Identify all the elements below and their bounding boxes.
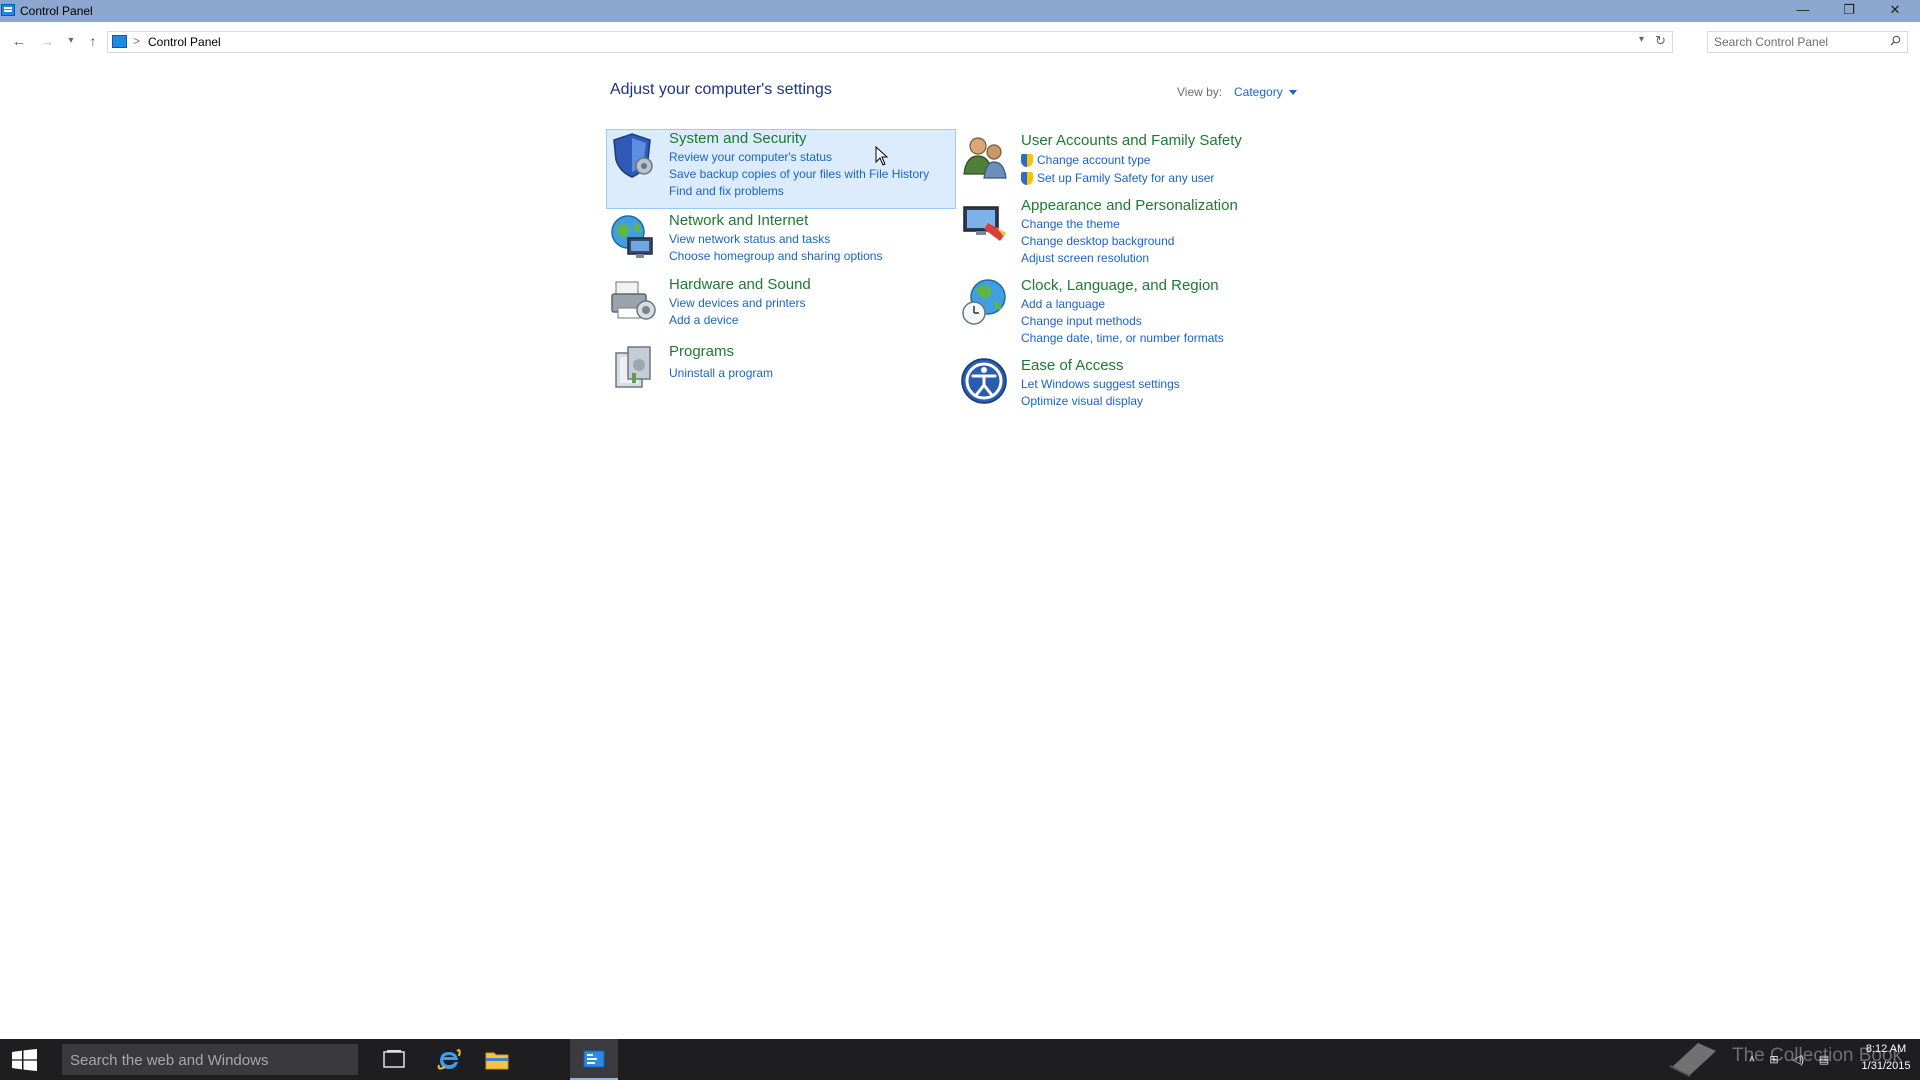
category-title[interactable]: Ease of Access (1021, 357, 1124, 374)
control-panel-icon (112, 35, 127, 48)
programs-box-icon[interactable] (608, 343, 658, 393)
task-view-button[interactable] (370, 1039, 418, 1080)
system-tray: ˄ ⊞ ◁) ▤ 8:12 AM 1/31/2015 (1745, 1039, 1920, 1080)
link-devices-printers[interactable]: View devices and printers (669, 295, 806, 312)
link-network-status[interactable]: View network status and tasks (669, 231, 882, 248)
mouse-cursor-icon (875, 146, 889, 166)
globe-network-icon[interactable] (608, 212, 658, 262)
category-title[interactable]: Programs (669, 343, 734, 360)
link-file-history[interactable]: Save backup copies of your files with Fi… (669, 166, 929, 183)
title-bar: Control Panel — ❐ ✕ (0, 0, 1920, 22)
category-title[interactable]: System and Security (669, 130, 807, 147)
page-title: Adjust your computer's settings (610, 81, 832, 98)
close-button[interactable]: ✕ (1872, 0, 1918, 22)
link-add-device[interactable]: Add a device (669, 312, 806, 329)
ease-of-access-icon[interactable] (960, 357, 1010, 407)
link-change-account-type[interactable]: Change account type (1021, 151, 1214, 169)
taskbar-search-box[interactable]: Search the web and Windows (62, 1044, 358, 1075)
category-title[interactable]: Appearance and Personalization (1021, 197, 1238, 214)
clock-date[interactable]: 1/31/2015 (1855, 1060, 1917, 1072)
book-watermark-icon (1670, 1043, 1716, 1077)
link-find-fix-problems[interactable]: Find and fix problems (669, 183, 929, 200)
back-arrow-icon[interactable]: ← (8, 30, 30, 52)
navigation-bar: ← → ▾ ↑ > Control Panel ▾ ↻ (0, 22, 1920, 60)
window-title: Control Panel (20, 4, 93, 18)
appearance-icon[interactable] (960, 197, 1010, 247)
link-add-language[interactable]: Add a language (1021, 296, 1224, 313)
link-screen-resolution[interactable]: Adjust screen resolution (1021, 250, 1174, 267)
internet-explorer-icon (437, 1049, 461, 1070)
control-panel-icon (583, 1050, 605, 1068)
taskbar-search-placeholder[interactable]: Search the web and Windows (70, 1052, 268, 1069)
link-date-time-formats[interactable]: Change date, time, or number formats (1021, 330, 1224, 347)
clock-time[interactable]: 8:12 AM (1855, 1043, 1917, 1055)
file-explorer-button[interactable] (472, 1039, 520, 1080)
view-by-dropdown[interactable]: Category (1234, 85, 1297, 99)
globe-clock-icon[interactable] (960, 277, 1010, 327)
search-box[interactable] (1707, 31, 1908, 53)
link-optimize-visual-display[interactable]: Optimize visual display (1021, 393, 1180, 410)
start-button[interactable] (0, 1039, 50, 1080)
shield-icon[interactable] (608, 130, 658, 180)
link-desktop-background[interactable]: Change desktop background (1021, 233, 1174, 250)
breadcrumb-control-panel[interactable]: Control Panel (148, 35, 221, 49)
recent-locations-chevron-icon[interactable]: ▾ (60, 30, 82, 52)
folder-icon (485, 1052, 509, 1070)
volume-icon[interactable]: ◁) (1791, 1053, 1805, 1067)
restore-button[interactable]: ❐ (1826, 0, 1872, 22)
control-panel-icon (1, 4, 15, 16)
users-icon[interactable] (960, 132, 1010, 182)
link-input-methods[interactable]: Change input methods (1021, 313, 1224, 330)
search-input[interactable] (1714, 34, 1884, 50)
address-dropdown-icon[interactable]: ▾ (1639, 34, 1644, 45)
up-arrow-icon[interactable]: ↑ (82, 30, 104, 52)
minimize-button[interactable]: — (1780, 0, 1826, 22)
forward-arrow-icon[interactable]: → (36, 30, 58, 52)
link-review-status[interactable]: Review your computer's status (669, 149, 929, 166)
address-bar[interactable]: > Control Panel ▾ ↻ (107, 31, 1673, 53)
category-title[interactable]: Clock, Language, and Region (1021, 277, 1219, 294)
link-windows-suggest-settings[interactable]: Let Windows suggest settings (1021, 376, 1180, 393)
control-panel-taskbar-button[interactable] (570, 1039, 618, 1080)
show-hidden-icons-chevron-icon[interactable]: ˄ (1745, 1053, 1759, 1067)
action-center-icon[interactable]: ▤ (1817, 1053, 1831, 1067)
taskbar: Search the web and Windows (0, 1039, 1920, 1080)
link-homegroup-sharing[interactable]: Choose homegroup and sharing options (669, 248, 882, 265)
link-change-theme[interactable]: Change the theme (1021, 216, 1174, 233)
search-icon[interactable] (1890, 35, 1901, 46)
category-title[interactable]: Network and Internet (669, 212, 808, 229)
link-uninstall-program[interactable]: Uninstall a program (669, 365, 773, 382)
category-title[interactable]: User Accounts and Family Safety (1021, 132, 1242, 149)
refresh-icon[interactable]: ↻ (1655, 33, 1666, 49)
category-title[interactable]: Hardware and Sound (669, 276, 811, 293)
breadcrumb-separator[interactable]: > (133, 34, 140, 48)
view-by-label: View by: (1177, 85, 1223, 99)
internet-explorer-button[interactable] (424, 1039, 472, 1080)
link-family-safety[interactable]: Set up Family Safety for any user (1021, 169, 1214, 187)
task-view-icon (383, 1050, 405, 1068)
printer-icon[interactable] (608, 276, 658, 326)
network-icon[interactable]: ⊞ (1767, 1053, 1781, 1067)
windows-logo-icon (12, 1049, 37, 1071)
